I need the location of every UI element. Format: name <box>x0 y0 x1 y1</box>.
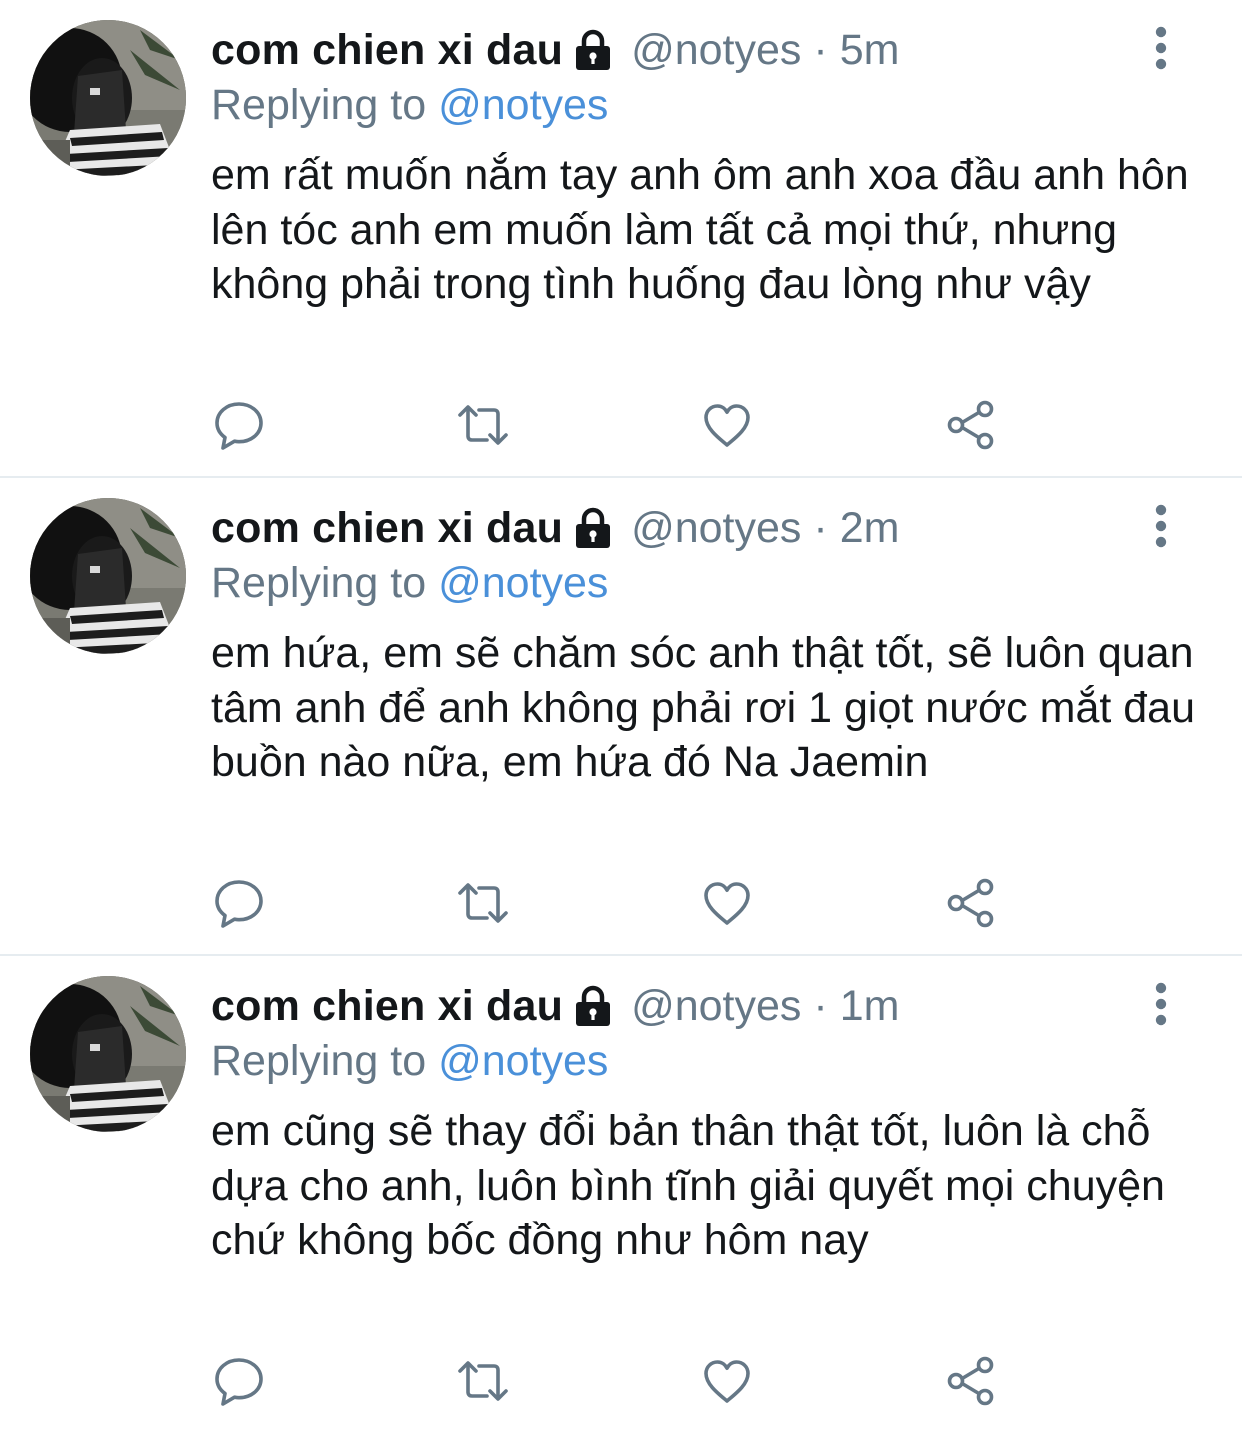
replying-to-link[interactable]: @notyes <box>438 81 608 129</box>
display-name[interactable]: com chien xi dau <box>211 978 563 1034</box>
tweet[interactable]: com chien xi dau @notyes · 2m Replying t… <box>0 478 1242 956</box>
tweet-text: em hứa, em sẽ chăm sóc anh thật tốt, sẽ … <box>211 629 1196 786</box>
share-icon <box>947 878 994 928</box>
heart-icon <box>704 1360 750 1403</box>
avatar-photo <box>30 976 186 1132</box>
more-options-button[interactable] <box>1140 504 1182 548</box>
more-vertical-icon <box>1155 26 1167 70</box>
retweet-button[interactable] <box>456 876 510 930</box>
heart-icon <box>704 882 750 925</box>
tweet[interactable]: com chien xi dau @notyes · 5m Replying t… <box>0 0 1242 478</box>
replying-to-label: Replying to <box>211 559 427 607</box>
more-vertical-icon <box>1155 982 1167 1026</box>
tweet-header: com chien xi dau @notyes · 1m <box>211 978 899 1034</box>
avatar[interactable] <box>30 20 186 176</box>
share-icon <box>947 400 994 450</box>
avatar[interactable] <box>30 498 186 654</box>
more-vertical-icon <box>1155 504 1167 548</box>
lock-icon <box>573 507 613 549</box>
retweet-button[interactable] <box>456 1354 510 1408</box>
display-name[interactable]: com chien xi dau <box>211 500 563 556</box>
tweet-header: com chien xi dau @notyes · 5m <box>211 22 899 78</box>
like-button[interactable] <box>700 398 754 452</box>
timestamp[interactable]: 1m <box>840 978 900 1034</box>
retweet-button[interactable] <box>456 398 510 452</box>
tweet-header: com chien xi dau @notyes · 2m <box>211 500 899 556</box>
retweet-icon <box>458 883 508 923</box>
reply-icon <box>215 880 263 928</box>
avatar-photo <box>30 20 186 176</box>
replying-to-label: Replying to <box>211 1037 427 1085</box>
share-button[interactable] <box>944 398 998 452</box>
separator-dot: · <box>813 26 828 74</box>
share-button[interactable] <box>944 876 998 930</box>
tweet-text: em rất muốn nắm tay anh ôm anh xoa đầu a… <box>211 151 1189 308</box>
tweet-text: em cũng sẽ thay đổi bản thân thật tốt, l… <box>211 1107 1165 1264</box>
heart-icon <box>704 404 750 447</box>
replying-to-link[interactable]: @notyes <box>438 1037 608 1085</box>
replying-to: Replying to @notyes <box>211 1034 608 1088</box>
like-button[interactable] <box>700 1354 754 1408</box>
more-options-button[interactable] <box>1140 982 1182 1026</box>
reply-button[interactable] <box>212 398 266 452</box>
tweet[interactable]: com chien xi dau @notyes · 1m Replying t… <box>0 956 1242 1434</box>
like-button[interactable] <box>700 876 754 930</box>
avatar[interactable] <box>30 976 186 1132</box>
avatar-photo <box>30 498 186 654</box>
reply-icon <box>215 402 263 450</box>
more-options-button[interactable] <box>1140 26 1182 70</box>
timestamp[interactable]: 2m <box>840 500 900 556</box>
separator-dot: · <box>813 982 828 1030</box>
lock-icon <box>573 985 613 1027</box>
display-name[interactable]: com chien xi dau <box>211 22 563 78</box>
replying-to: Replying to @notyes <box>211 78 608 132</box>
share-button[interactable] <box>944 1354 998 1408</box>
retweet-icon <box>458 1361 508 1401</box>
handle[interactable]: @notyes <box>631 978 801 1034</box>
reply-button[interactable] <box>212 876 266 930</box>
separator-dot: · <box>813 504 828 552</box>
reply-icon <box>215 1358 263 1406</box>
lock-icon <box>573 29 613 71</box>
handle[interactable]: @notyes <box>631 22 801 78</box>
share-icon <box>947 1356 994 1406</box>
timestamp[interactable]: 5m <box>840 22 900 78</box>
tweet-list: com chien xi dau @notyes · 5m Replying t… <box>0 0 1242 1434</box>
replying-to: Replying to @notyes <box>211 556 608 610</box>
replying-to-link[interactable]: @notyes <box>438 559 608 607</box>
handle[interactable]: @notyes <box>631 500 801 556</box>
retweet-icon <box>458 405 508 445</box>
replying-to-label: Replying to <box>211 81 427 129</box>
reply-button[interactable] <box>212 1354 266 1408</box>
